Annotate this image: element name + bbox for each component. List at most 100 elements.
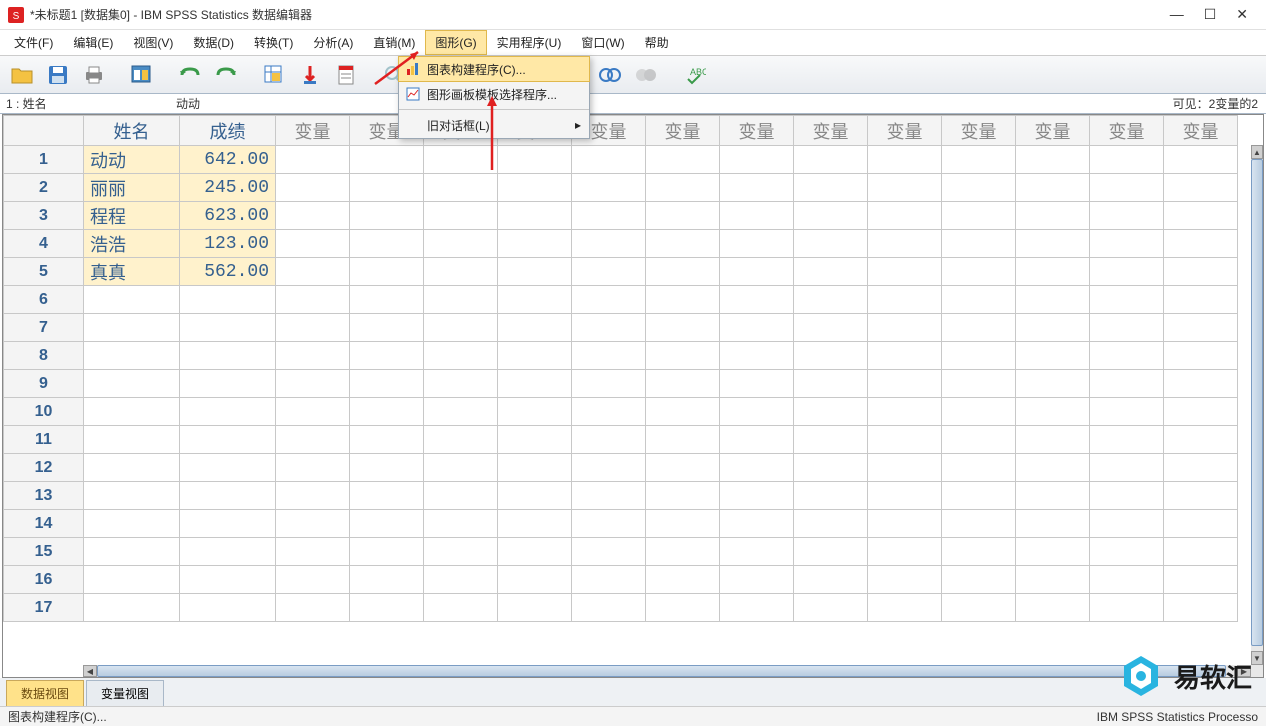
row-header[interactable]: 15	[4, 538, 84, 566]
col-header-11[interactable]: 变量	[942, 116, 1016, 146]
cell-empty[interactable]	[350, 146, 424, 174]
cell-empty[interactable]	[350, 230, 424, 258]
cell-empty[interactable]	[1164, 454, 1238, 482]
cell-score[interactable]	[180, 370, 276, 398]
cell-empty[interactable]	[1164, 482, 1238, 510]
cell-empty[interactable]	[276, 594, 350, 622]
cell-empty[interactable]	[794, 286, 868, 314]
cell-empty[interactable]	[572, 426, 646, 454]
vscroll-thumb[interactable]	[1251, 159, 1263, 646]
cell-name[interactable]: 真真	[84, 258, 180, 286]
redo-button[interactable]	[210, 60, 242, 90]
cell-empty[interactable]	[1016, 370, 1090, 398]
cell-empty[interactable]	[498, 202, 572, 230]
cell-empty[interactable]	[424, 286, 498, 314]
cell-empty[interactable]	[498, 510, 572, 538]
cell-empty[interactable]	[1090, 510, 1164, 538]
cell-empty[interactable]	[868, 398, 942, 426]
menu-chart-builder[interactable]: 图表构建程序(C)...	[398, 56, 590, 82]
col-header-14[interactable]: 变量	[1164, 116, 1238, 146]
cell-empty[interactable]	[424, 482, 498, 510]
cell-empty[interactable]	[646, 538, 720, 566]
cell-name[interactable]: 浩浩	[84, 230, 180, 258]
cell-empty[interactable]	[794, 594, 868, 622]
cell-empty[interactable]	[646, 146, 720, 174]
menu-9[interactable]: 窗口(W)	[571, 30, 634, 55]
cell-empty[interactable]	[276, 510, 350, 538]
cell-empty[interactable]	[424, 594, 498, 622]
cell-empty[interactable]	[1164, 202, 1238, 230]
cell-empty[interactable]	[498, 538, 572, 566]
menu-1[interactable]: 编辑(E)	[63, 30, 123, 55]
cell-empty[interactable]	[572, 286, 646, 314]
save-button[interactable]	[42, 60, 74, 90]
col-header-2[interactable]: 变量	[276, 116, 350, 146]
cell-empty[interactable]	[424, 258, 498, 286]
cell-empty[interactable]	[868, 454, 942, 482]
cell-name[interactable]	[84, 482, 180, 510]
close-button[interactable]: ✕	[1236, 6, 1248, 23]
cell-empty[interactable]	[276, 482, 350, 510]
undo-button[interactable]	[174, 60, 206, 90]
cell-empty[interactable]	[1164, 426, 1238, 454]
row-header[interactable]: 14	[4, 510, 84, 538]
cell-empty[interactable]	[498, 286, 572, 314]
cell-empty[interactable]	[276, 538, 350, 566]
cell-empty[interactable]	[1090, 426, 1164, 454]
cell-empty[interactable]	[868, 342, 942, 370]
cell-empty[interactable]	[1164, 538, 1238, 566]
cell-empty[interactable]	[276, 342, 350, 370]
cell-empty[interactable]	[350, 398, 424, 426]
cell-empty[interactable]	[498, 370, 572, 398]
cell-name[interactable]: 动动	[84, 146, 180, 174]
cell-empty[interactable]	[868, 510, 942, 538]
cell-empty[interactable]	[720, 482, 794, 510]
cell-empty[interactable]	[720, 174, 794, 202]
cell-score[interactable]: 245.00	[180, 174, 276, 202]
cell-empty[interactable]	[572, 258, 646, 286]
cell-empty[interactable]	[794, 426, 868, 454]
col-header-13[interactable]: 变量	[1090, 116, 1164, 146]
cell-empty[interactable]	[1164, 146, 1238, 174]
menu-7[interactable]: 图形(G)	[425, 30, 486, 55]
scroll-down-button[interactable]: ▼	[1251, 651, 1263, 665]
cell-empty[interactable]	[868, 314, 942, 342]
row-header[interactable]: 4	[4, 230, 84, 258]
cell-empty[interactable]	[498, 566, 572, 594]
cell-empty[interactable]	[942, 230, 1016, 258]
row-header[interactable]: 13	[4, 482, 84, 510]
menu-3[interactable]: 数据(D)	[183, 30, 244, 55]
cell-empty[interactable]	[646, 314, 720, 342]
goto-var-button[interactable]	[294, 60, 326, 90]
cell-empty[interactable]	[646, 370, 720, 398]
cell-empty[interactable]	[276, 146, 350, 174]
cell-empty[interactable]	[942, 146, 1016, 174]
cell-empty[interactable]	[350, 426, 424, 454]
cell-score[interactable]	[180, 342, 276, 370]
cell-empty[interactable]	[1016, 594, 1090, 622]
cell-score[interactable]	[180, 314, 276, 342]
cell-empty[interactable]	[720, 594, 794, 622]
cell-name[interactable]	[84, 398, 180, 426]
cell-empty[interactable]	[942, 342, 1016, 370]
cell-empty[interactable]	[572, 594, 646, 622]
cell-empty[interactable]	[794, 146, 868, 174]
cell-empty[interactable]	[720, 314, 794, 342]
cell-score[interactable]	[180, 510, 276, 538]
cell-empty[interactable]	[424, 398, 498, 426]
cell-empty[interactable]	[498, 482, 572, 510]
menu-5[interactable]: 分析(A)	[303, 30, 363, 55]
cell-empty[interactable]	[1090, 146, 1164, 174]
cell-empty[interactable]	[1090, 454, 1164, 482]
cell-empty[interactable]	[1164, 314, 1238, 342]
cell-empty[interactable]	[942, 314, 1016, 342]
cell-score[interactable]	[180, 594, 276, 622]
cell-empty[interactable]	[646, 510, 720, 538]
cell-score[interactable]: 642.00	[180, 146, 276, 174]
cell-empty[interactable]	[572, 202, 646, 230]
cell-empty[interactable]	[276, 230, 350, 258]
cell-empty[interactable]	[646, 566, 720, 594]
menu-8[interactable]: 实用程序(U)	[487, 30, 572, 55]
row-header[interactable]: 10	[4, 398, 84, 426]
cell-empty[interactable]	[646, 426, 720, 454]
